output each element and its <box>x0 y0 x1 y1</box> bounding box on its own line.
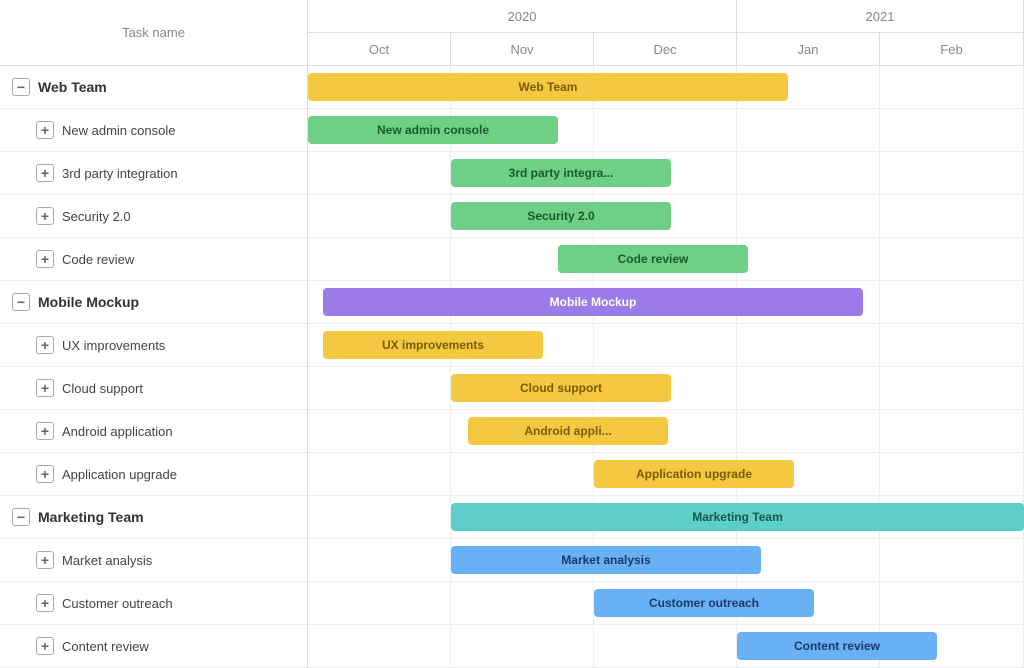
plus-btn-content-review[interactable]: + <box>36 637 54 655</box>
minus-btn-marketing-team[interactable]: − <box>12 508 30 526</box>
gantt-bar-android-app[interactable]: Android appli... <box>468 417 668 445</box>
month-oct: Oct <box>308 33 451 65</box>
month-feb: Feb <box>880 33 1024 65</box>
task-list: Task name −Web Team+New admin console+3r… <box>0 0 308 668</box>
gantt-bar-cloud-support[interactable]: Cloud support <box>451 374 671 402</box>
gantt-bar-customer-outreach[interactable]: Customer outreach <box>594 589 814 617</box>
task-row-app-upgrade: + Application upgrade <box>0 453 307 496</box>
chart-row-security: Security 2.0 <box>308 195 1024 238</box>
year-2021: 2021 <box>737 0 1024 32</box>
task-name-label: Task name <box>122 25 185 40</box>
plus-btn-new-admin[interactable]: + <box>36 121 54 139</box>
task-label-cloud-support: Cloud support <box>62 381 143 396</box>
chart-row-android-app: Android appli... <box>308 410 1024 453</box>
month-nov: Nov <box>451 33 594 65</box>
plus-btn-code-review[interactable]: + <box>36 250 54 268</box>
task-label-ux-improvements: UX improvements <box>62 338 165 353</box>
month-dec: Dec <box>594 33 737 65</box>
plus-btn-android-app[interactable]: + <box>36 422 54 440</box>
task-row-web-team: −Web Team <box>0 66 307 109</box>
task-row-security: + Security 2.0 <box>0 195 307 238</box>
chart-row-content-review: Content review <box>308 625 1024 668</box>
task-row-3rd-party: +3rd party integration <box>0 152 307 195</box>
chart-row-marketing-team: Marketing Team <box>308 496 1024 539</box>
plus-btn-app-upgrade[interactable]: + <box>36 465 54 483</box>
gantt-bar-ux-improvements[interactable]: UX improvements <box>323 331 543 359</box>
task-label-customer-outreach: Customer outreach <box>62 596 173 611</box>
chart-row-3rd-party: 3rd party integra... <box>308 152 1024 195</box>
task-label-market-analysis: Market analysis <box>62 553 152 568</box>
gantt-bar-3rd-party[interactable]: 3rd party integra... <box>451 159 671 187</box>
gantt-bar-app-upgrade[interactable]: Application upgrade <box>594 460 794 488</box>
task-list-header: Task name <box>0 0 307 66</box>
minus-btn-mobile-mockup[interactable]: − <box>12 293 30 311</box>
year-2020: 2020 <box>308 0 737 32</box>
chart-row-mobile-mockup: Mobile Mockup <box>308 281 1024 324</box>
task-label-web-team: Web Team <box>38 79 107 95</box>
task-label-code-review: Code review <box>62 252 134 267</box>
plus-btn-3rd-party[interactable]: + <box>36 164 54 182</box>
chart-row-web-team: Web Team <box>308 66 1024 109</box>
gantt-bar-web-team[interactable]: Web Team <box>308 73 788 101</box>
gantt-bar-market-analysis[interactable]: Market analysis <box>451 546 761 574</box>
task-label-android-app: Android application <box>62 424 173 439</box>
task-row-code-review: + Code review <box>0 238 307 281</box>
minus-btn-web-team[interactable]: − <box>12 78 30 96</box>
gantt-chart: Task name −Web Team+New admin console+3r… <box>0 0 1024 668</box>
gantt-bar-new-admin[interactable]: New admin console <box>308 116 558 144</box>
chart-row-app-upgrade: Application upgrade <box>308 453 1024 496</box>
gantt-bar-security[interactable]: Security 2.0 <box>451 202 671 230</box>
chart-rows: Web Team New admin console 3rd party integ… <box>308 66 1024 668</box>
task-row-mobile-mockup: −Mobile Mockup <box>0 281 307 324</box>
plus-btn-market-analysis[interactable]: + <box>36 551 54 569</box>
chart-panel: 2020 2021 Oct Nov Dec Jan Feb Web Team Ne… <box>308 0 1024 668</box>
chart-row-new-admin: New admin console <box>308 109 1024 152</box>
task-label-new-admin: New admin console <box>62 123 175 138</box>
plus-btn-ux-improvements[interactable]: + <box>36 336 54 354</box>
chart-row-code-review: Code review <box>308 238 1024 281</box>
task-label-security: Security 2.0 <box>62 209 131 224</box>
chart-row-ux-improvements: UX improvements <box>308 324 1024 367</box>
plus-btn-cloud-support[interactable]: + <box>36 379 54 397</box>
month-header: Oct Nov Dec Jan Feb <box>308 33 1024 66</box>
task-label-marketing-team: Marketing Team <box>38 509 144 525</box>
gantt-bar-mobile-mockup[interactable]: Mobile Mockup <box>323 288 863 316</box>
chart-row-cloud-support: Cloud support <box>308 367 1024 410</box>
task-row-marketing-team: −Marketing Team <box>0 496 307 539</box>
task-row-content-review: + Content review <box>0 625 307 668</box>
plus-btn-security[interactable]: + <box>36 207 54 225</box>
task-row-new-admin: + New admin console <box>0 109 307 152</box>
gantt-bar-marketing-team[interactable]: Marketing Team <box>451 503 1024 531</box>
chart-row-customer-outreach: Customer outreach <box>308 582 1024 625</box>
plus-btn-customer-outreach[interactable]: + <box>36 594 54 612</box>
chart-row-market-analysis: Market analysis <box>308 539 1024 582</box>
task-rows: −Web Team+New admin console+3rd party in… <box>0 66 307 668</box>
gantt-bar-code-review[interactable]: Code review <box>558 245 748 273</box>
task-label-content-review: Content review <box>62 639 149 654</box>
task-row-cloud-support: + Cloud support <box>0 367 307 410</box>
task-label-app-upgrade: Application upgrade <box>62 467 177 482</box>
month-jan: Jan <box>737 33 880 65</box>
task-row-ux-improvements: + UX improvements <box>0 324 307 367</box>
year-header: 2020 2021 <box>308 0 1024 33</box>
task-row-market-analysis: + Market analysis <box>0 539 307 582</box>
task-row-android-app: + Android application <box>0 410 307 453</box>
task-row-customer-outreach: + Customer outreach <box>0 582 307 625</box>
task-label-3rd-party: 3rd party integration <box>62 166 178 181</box>
gantt-bar-content-review[interactable]: Content review <box>737 632 937 660</box>
task-label-mobile-mockup: Mobile Mockup <box>38 294 139 310</box>
